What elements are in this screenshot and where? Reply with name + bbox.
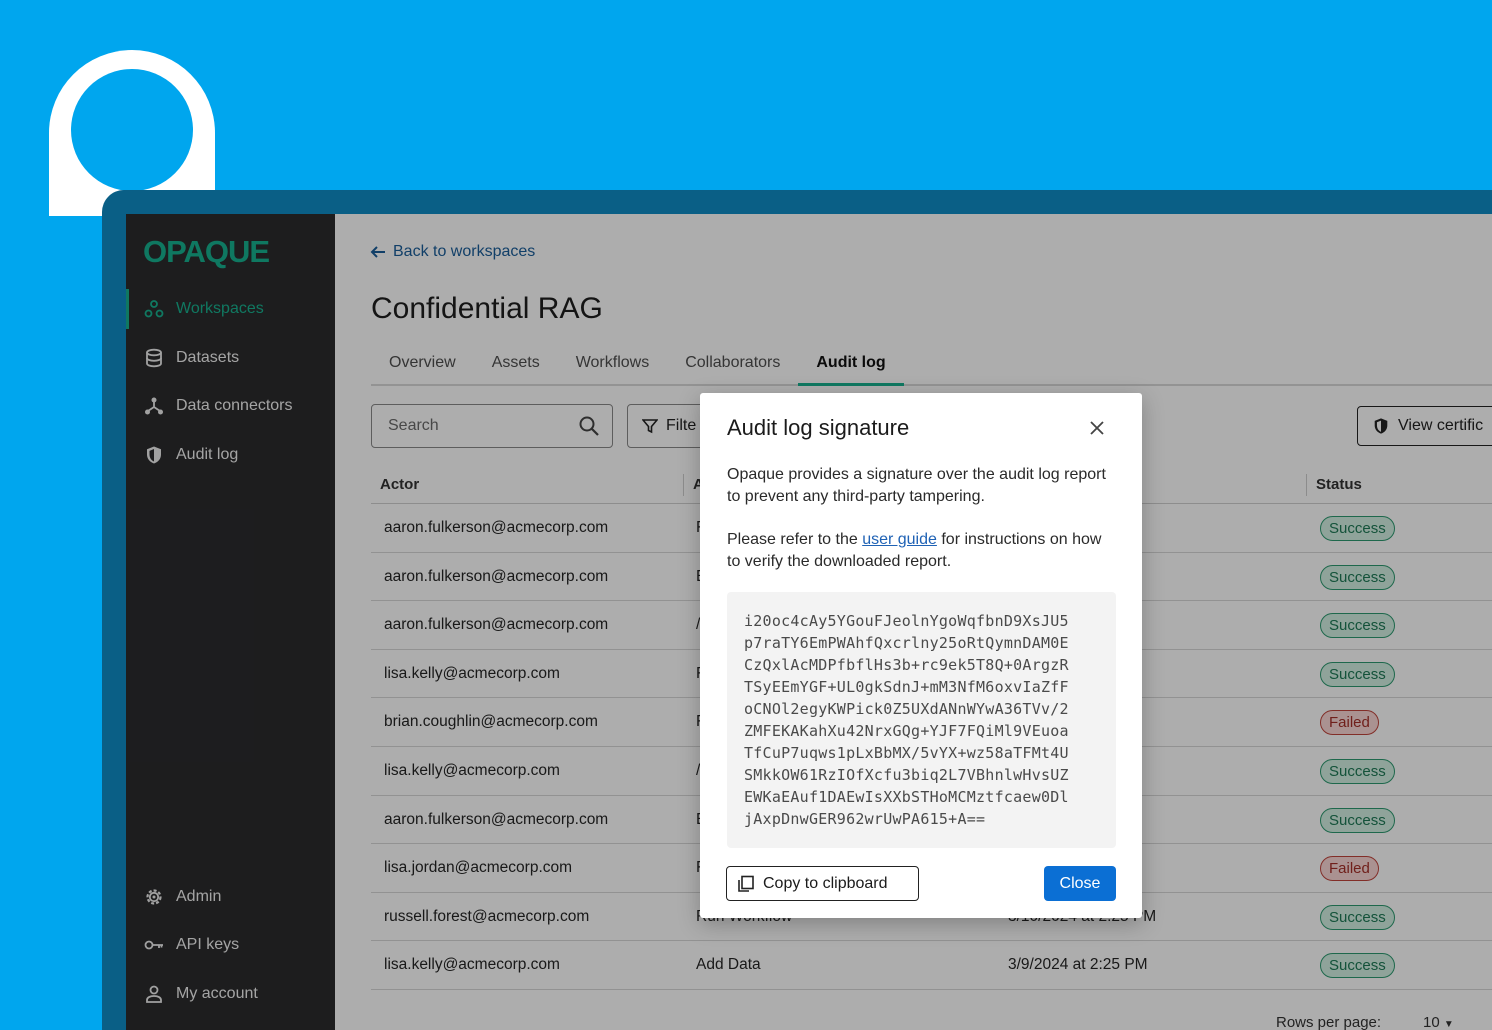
signature-line: i20oc4cAy5YGouFJeolnYgoWqfbnD9XsJU5 bbox=[744, 612, 1069, 630]
instructions-text: Please refer to the bbox=[727, 531, 863, 548]
user-guide-link[interactable]: user guide bbox=[862, 531, 937, 548]
signature-line: EWKaEAuf1DAEwIsXXbSTHoMCMztfcaew0Dl bbox=[744, 788, 1069, 806]
signature-line: CzQxlAcMDPfbflHs3b+rc9ek5T8Q+0ArgzR bbox=[744, 656, 1069, 674]
signature-line: SMkkOW61RzIOfXcfu3biq2L7VBhnlwHvsUZ bbox=[744, 766, 1069, 784]
copy-icon bbox=[738, 875, 754, 892]
signature-line: oCNOl2egyKWPick0Z5UXdANnWYwA36TVv/2 bbox=[744, 700, 1069, 718]
dialog-title: Audit log signature bbox=[727, 415, 910, 440]
audit-signature-dialog: Audit log signature Opaque provides a si… bbox=[700, 393, 1142, 918]
close-button[interactable]: Close bbox=[1044, 866, 1116, 901]
dialog-description: Opaque provides a signature over the aud… bbox=[727, 466, 1106, 505]
dialog-instructions: Please refer to the user guide for instr… bbox=[727, 529, 1117, 573]
signature-block[interactable]: i20oc4cAy5YGouFJeolnYgoWqfbnD9XsJU5 p7ra… bbox=[727, 592, 1116, 848]
signature-line: ZMFEKAKahXu42NrxGQg+YJF7FQiMl9VEuoa bbox=[744, 722, 1069, 740]
signature-line: TSyEEmYGF+UL0gkSdnJ+mM3NfM6oxvIaZfF bbox=[744, 678, 1069, 696]
signature-line: p7raTY6EmPWAhfQxcrlny25oRtQymnDAM0E bbox=[744, 634, 1069, 652]
signature-line: TfCuP7uqws1pLxBbMX/5vYX+wz58aTFMt4U bbox=[744, 744, 1069, 762]
copy-label: Copy to clipboard bbox=[763, 874, 888, 892]
signature-line: jAxpDnwGER962wrUwPA615+A== bbox=[744, 810, 986, 828]
close-icon[interactable] bbox=[1088, 419, 1106, 437]
copy-to-clipboard-button[interactable]: Copy to clipboard bbox=[726, 866, 919, 901]
